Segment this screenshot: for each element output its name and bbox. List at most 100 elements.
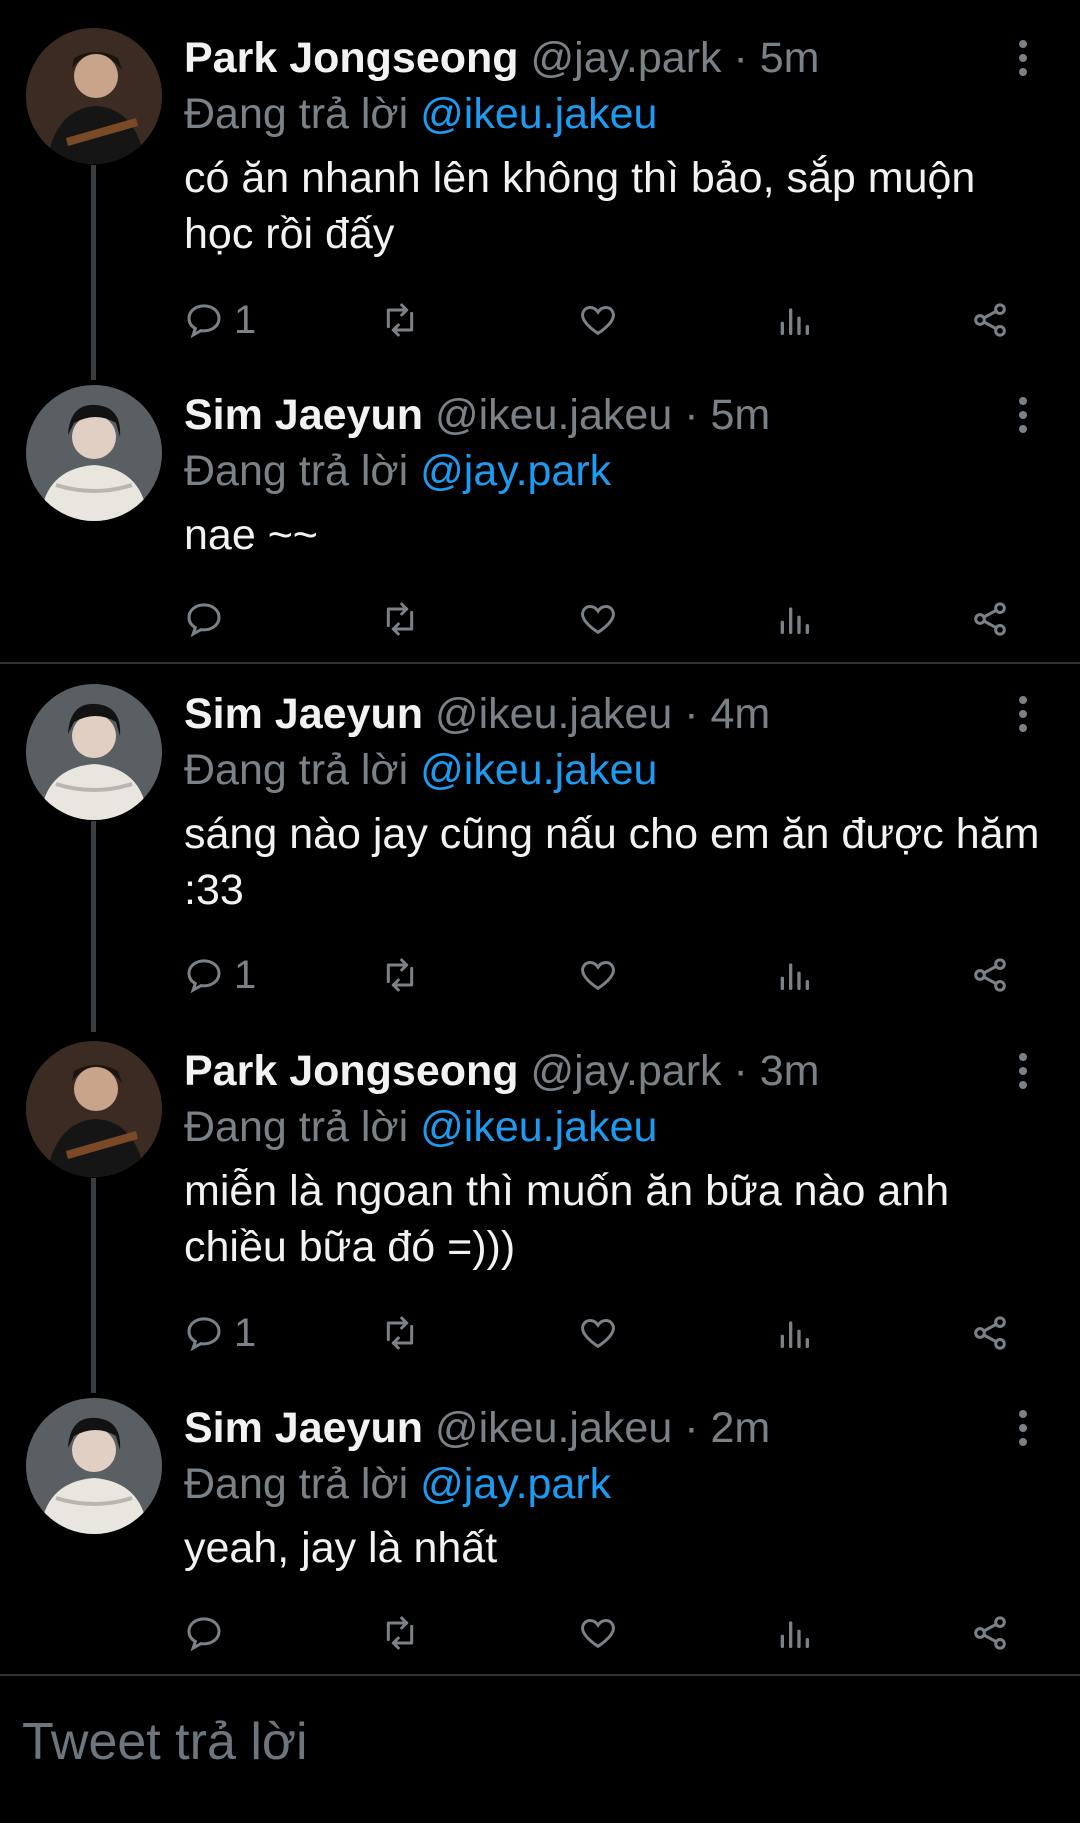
analytics-button[interactable] [774,1605,814,1661]
timestamp[interactable]: 5m [710,391,770,439]
retweet-icon [386,958,414,992]
author-name[interactable]: Park Jongseong [184,1047,519,1095]
author-handle[interactable]: @ikeu.jakeu [435,391,672,439]
reply-mention-link[interactable]: @jay.park [420,1460,611,1508]
avatar[interactable] [26,684,162,820]
reply-mention-link[interactable]: @jay.park [420,447,611,495]
tweet-header: Park Jongseong @jay.park · 3m [184,1043,819,1099]
tweet[interactable]: Park Jongseong @jay.park · 5m Đang trả l… [0,0,1080,380]
tweet[interactable]: Sim Jaeyun @ikeu.jakeu · 4m Đang trả lời… [0,656,1080,1032]
avatar[interactable] [26,28,162,164]
timestamp[interactable]: 4m [710,690,770,738]
analytics-icon [780,607,809,634]
reply-icon [187,959,221,994]
reply-input[interactable]: Tweet trả lời [0,1676,1080,1823]
retweet-button[interactable] [380,1605,420,1661]
more-icon[interactable] [1014,1053,1032,1093]
like-icon [581,1318,615,1349]
avatar[interactable] [26,1398,162,1534]
timestamp[interactable]: 3m [760,1047,820,1095]
share-button[interactable] [970,292,1010,348]
avatar[interactable] [26,385,162,521]
share-button[interactable] [970,1305,1010,1361]
reply-button[interactable]: 1 [184,292,256,348]
reply-icon [187,1317,221,1352]
reply-mention-link[interactable]: @ikeu.jakeu [420,746,657,794]
more-icon[interactable] [1014,397,1032,437]
reply-mention-link[interactable]: @ikeu.jakeu [420,90,657,138]
tweet[interactable]: Sim Jaeyun @ikeu.jakeu · 2m Đang trả lời… [0,1370,1080,1675]
action-bar [184,591,1024,647]
author-handle[interactable]: @ikeu.jakeu [435,690,672,738]
like-button[interactable] [578,292,618,348]
separator: · [733,1047,748,1095]
share-button[interactable] [970,947,1010,1003]
share-icon [974,958,1006,992]
author-handle[interactable]: @jay.park [530,34,721,82]
tweet-text: có ăn nhanh lên không thì bảo, sắp muộn … [184,154,976,258]
retweet-button[interactable] [380,292,420,348]
reply-button[interactable]: 1 [184,947,256,1003]
like-button[interactable] [578,947,618,1003]
share-button[interactable] [970,591,1010,647]
replying-to-label: Đang trả lời [184,746,409,794]
like-button[interactable] [578,591,618,647]
share-icon [974,303,1006,337]
retweet-button[interactable] [380,947,420,1003]
retweet-button[interactable] [380,1305,420,1361]
separator: · [684,1404,699,1452]
tweet-header: Park Jongseong @jay.park · 5m [184,30,819,86]
replying-to-label: Đang trả lời [184,447,409,495]
tweet-header: Sim Jaeyun @ikeu.jakeu · 5m [184,387,770,443]
analytics-button[interactable] [774,1305,814,1361]
author-name[interactable]: Park Jongseong [184,34,519,82]
more-icon[interactable] [1014,1410,1032,1450]
tweet-text: sáng nào jay cũng nấu cho em ăn được hăm… [184,810,1040,914]
replying-to-label: Đang trả lời [184,1103,409,1151]
more-icon[interactable] [1014,696,1032,736]
avatar[interactable] [26,1041,162,1177]
replying-to: Đang trả lời @ikeu.jakeu [184,1099,657,1155]
tweet-header: Sim Jaeyun @ikeu.jakeu · 2m [184,1400,770,1456]
reply-icon [187,1617,221,1652]
tweet-text: yeah, jay là nhất [184,1524,498,1572]
reply-button[interactable]: 1 [184,1305,256,1361]
reply-button[interactable] [184,1605,234,1661]
retweet-button[interactable] [380,591,420,647]
timestamp[interactable]: 5m [760,34,820,82]
author-name[interactable]: Sim Jaeyun [184,690,423,738]
share-button[interactable] [970,1605,1010,1661]
replying-to: Đang trả lời @jay.park [184,443,611,499]
reply-count: 1 [234,952,257,997]
action-bar [184,1605,1024,1661]
thread-line [91,821,96,1032]
tweet[interactable]: Park Jongseong @jay.park · 3m Đang trả l… [0,1013,1080,1393]
timestamp[interactable]: 2m [710,1404,770,1452]
analytics-button[interactable] [774,947,814,1003]
like-icon [581,1618,615,1649]
author-name[interactable]: Sim Jaeyun [184,391,423,439]
replying-to: Đang trả lời @ikeu.jakeu [184,742,657,798]
replying-to-label: Đang trả lời [184,1460,409,1508]
retweet-icon [386,1316,414,1350]
replying-to: Đang trả lời @ikeu.jakeu [184,86,657,142]
reply-button[interactable] [184,591,234,647]
reply-icon [187,603,221,638]
share-icon [974,602,1006,636]
author-handle[interactable]: @ikeu.jakeu [435,1404,672,1452]
author-name[interactable]: Sim Jaeyun [184,1404,423,1452]
analytics-button[interactable] [774,591,814,647]
separator: · [684,391,699,439]
reply-mention-link[interactable]: @ikeu.jakeu [420,1103,657,1151]
like-icon [581,960,615,991]
analytics-button[interactable] [774,292,814,348]
tweet[interactable]: Sim Jaeyun @ikeu.jakeu · 5m Đang trả lời… [0,357,1080,662]
analytics-icon [780,963,809,990]
action-bar: 1 [184,947,1024,1003]
author-handle[interactable]: @jay.park [530,1047,721,1095]
like-button[interactable] [578,1305,618,1361]
like-button[interactable] [578,1605,618,1661]
reply-icon [187,304,221,339]
tweet-header: Sim Jaeyun @ikeu.jakeu · 4m [184,686,770,742]
more-icon[interactable] [1014,40,1032,80]
